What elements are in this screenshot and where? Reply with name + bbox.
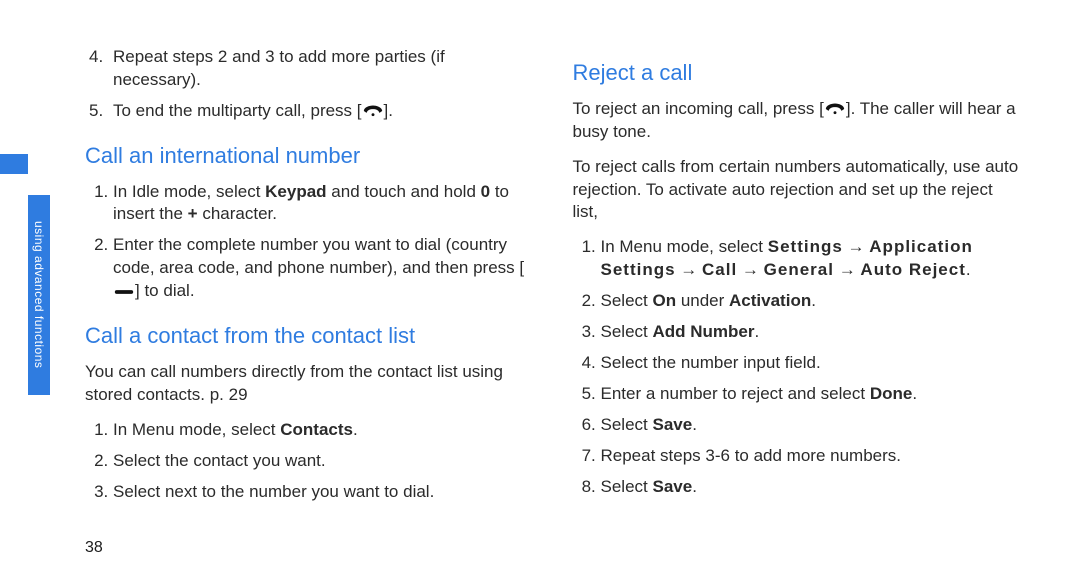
- reject-step-2: Select On under Activation.: [601, 290, 1021, 313]
- bold-zero: 0: [481, 182, 490, 201]
- bold-keypad: Keypad: [265, 182, 326, 201]
- t: .: [692, 477, 697, 496]
- reject-step-3: Select Add Number.: [601, 321, 1021, 344]
- t: under: [676, 291, 729, 310]
- heading-intl: Call an international number: [85, 141, 533, 171]
- t: Select: [601, 415, 653, 434]
- t: .: [912, 384, 917, 403]
- t: Select: [601, 477, 653, 496]
- step-5: To end the multiparty call, press [].: [113, 100, 533, 123]
- end-call-icon: [824, 102, 846, 116]
- t: .: [692, 415, 697, 434]
- step-5-text: To end the multiparty call, press [].: [113, 101, 393, 120]
- heading-contact: Call a contact from the contact list: [85, 321, 533, 351]
- contact-step-1: In Menu mode, select Contacts.: [113, 419, 533, 442]
- contact-step-3: Select next to the number you want to di…: [113, 481, 533, 504]
- reject-steps: In Menu mode, select Settings → Applicat…: [573, 236, 1021, 498]
- contact-step-2: Select the contact you want.: [113, 450, 533, 473]
- bold-plus: +: [188, 204, 198, 223]
- contact-steps: In Menu mode, select Contacts. Select th…: [85, 419, 533, 504]
- bold-save-2: Save: [652, 477, 692, 496]
- bold-activation: Activation: [729, 291, 811, 310]
- bold-on: On: [652, 291, 676, 310]
- reject-step-5: Enter a number to reject and select Done…: [601, 383, 1021, 406]
- side-tab: using advanced functions: [28, 195, 50, 395]
- bold-add-number: Add Number: [652, 322, 754, 341]
- intl-step-2: Enter the complete number you want to di…: [113, 234, 533, 303]
- right-column: Reject a call To reject an incoming call…: [573, 40, 1021, 545]
- reject-step-4: Select the number input field.: [601, 352, 1021, 375]
- t: In Menu mode, select: [113, 420, 280, 439]
- step-4-text: Repeat steps 2 and 3 to add more parties…: [113, 47, 445, 89]
- bold-contacts: Contacts: [280, 420, 353, 439]
- t: In Menu mode, select: [601, 237, 768, 256]
- t: Select: [601, 291, 653, 310]
- t: .: [754, 322, 759, 341]
- t: Select: [601, 322, 653, 341]
- end-call-icon: [362, 104, 384, 118]
- reject-para-1: To reject an incoming call, press []. Th…: [573, 98, 1021, 144]
- t: .: [353, 420, 358, 439]
- intl-step-1: In Idle mode, select Keypad and touch an…: [113, 181, 533, 227]
- left-column: Repeat steps 2 and 3 to add more parties…: [85, 40, 533, 545]
- reject-para-2: To reject calls from certain numbers aut…: [573, 156, 1021, 225]
- dial-icon: [113, 287, 135, 297]
- side-accent: [0, 154, 28, 174]
- t: character.: [198, 204, 277, 223]
- t: .: [811, 291, 816, 310]
- intl-step-2-text: Enter the complete number you want to di…: [113, 235, 524, 300]
- contact-intro: You can call numbers directly from the c…: [85, 361, 533, 407]
- reject-step-6: Select Save.: [601, 414, 1021, 437]
- t: .: [966, 260, 971, 279]
- heading-reject: Reject a call: [573, 58, 1021, 88]
- reject-step-8: Select Save.: [601, 476, 1021, 499]
- page: using advanced functions Repeat steps 2 …: [0, 0, 1080, 585]
- intl-steps: In Idle mode, select Keypad and touch an…: [85, 181, 533, 304]
- t: and touch and hold: [327, 182, 481, 201]
- step-4: Repeat steps 2 and 3 to add more parties…: [113, 46, 533, 92]
- multiparty-continued-steps: Repeat steps 2 and 3 to add more parties…: [85, 46, 533, 123]
- t: In Idle mode, select: [113, 182, 265, 201]
- bold-done: Done: [870, 384, 913, 403]
- t: Enter a number to reject and select: [601, 384, 870, 403]
- reject-step-1: In Menu mode, select Settings → Applicat…: [601, 236, 1021, 282]
- side-tab-label: using advanced functions: [32, 221, 46, 368]
- reject-step-7: Repeat steps 3-6 to add more numbers.: [601, 445, 1021, 468]
- page-number: 38: [85, 539, 103, 557]
- bold-save: Save: [652, 415, 692, 434]
